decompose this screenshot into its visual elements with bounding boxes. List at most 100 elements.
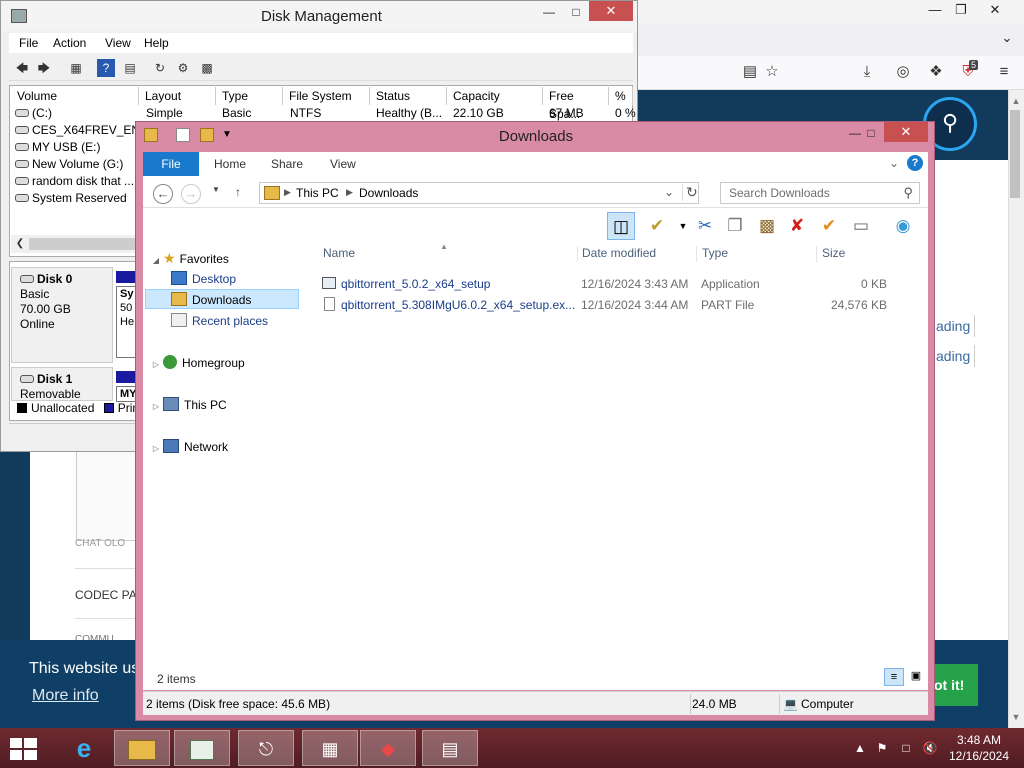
extensions-icon[interactable]: ❖: [926, 62, 946, 82]
column-capacity[interactable]: Capacity: [447, 87, 543, 105]
scroll-left-icon[interactable]: ❮: [11, 235, 29, 253]
nav-homegroup[interactable]: ▷ Homegroup: [149, 353, 245, 373]
bookmark-star-icon[interactable]: ☆: [762, 62, 782, 82]
properties-icon[interactable]: ▤: [121, 59, 139, 77]
column-separator[interactable]: [696, 246, 697, 262]
collapsed-triangle-icon[interactable]: ▷: [149, 397, 163, 417]
large-icons-view-icon[interactable]: ▣: [906, 668, 926, 686]
nav-recent-places[interactable]: Recent places: [171, 311, 268, 331]
column-volume[interactable]: Volume: [11, 87, 139, 105]
forward-arrow-icon[interactable]: →: [181, 184, 201, 204]
forward-arrow-icon[interactable]: 🡆: [35, 59, 53, 77]
show-hidden-icons-chevron-icon[interactable]: ▲: [852, 740, 868, 756]
chevron-right-icon[interactable]: ▶: [284, 187, 291, 198]
nav-downloads[interactable]: Downloads: [145, 289, 299, 309]
internet-explorer-icon[interactable]: e: [56, 730, 112, 766]
column-layout[interactable]: Layout: [139, 87, 216, 105]
refresh-icon[interactable]: ↻: [682, 184, 698, 201]
volume-row[interactable]: CES_X64FREV_EN-...: [15, 122, 154, 138]
got-it-button[interactable]: ot it!: [932, 664, 978, 706]
back-arrow-icon[interactable]: 🡄: [13, 59, 31, 77]
details-view-icon[interactable]: ≡: [884, 668, 904, 686]
volume-row[interactable]: MY USB (E:): [15, 139, 100, 155]
tab-home[interactable]: Home: [214, 157, 246, 171]
reader-icon[interactable]: ▤: [740, 62, 760, 82]
download-link-2[interactable]: ading: [936, 348, 970, 364]
nav-favorites[interactable]: ◢ ★ Favorites: [149, 248, 229, 268]
menu-view[interactable]: View: [105, 36, 131, 50]
scrollbar-thumb[interactable]: [29, 238, 139, 250]
delete-icon[interactable]: ✘: [783, 212, 811, 240]
cut-icon[interactable]: ✂: [691, 212, 719, 240]
menu-file[interactable]: File: [19, 36, 38, 50]
close-button[interactable]: ✕: [589, 1, 633, 21]
rename-checkmark-icon[interactable]: ✔: [815, 212, 843, 240]
move-icon[interactable]: ▭: [847, 212, 875, 240]
globe-icon[interactable]: ◉: [889, 212, 917, 240]
partition-my-usb[interactable]: MY: [116, 386, 136, 402]
console-tree-icon[interactable]: ▦: [67, 59, 85, 77]
usb-device-icon[interactable]: ⎋: [238, 730, 294, 766]
volume-muted-icon[interactable]: 🔇: [922, 740, 938, 756]
download-icon[interactable]: ⤓: [857, 62, 877, 82]
volume-row[interactable]: random disk that ...: [15, 173, 134, 189]
browser-close-button[interactable]: ✕: [978, 0, 1012, 22]
nav-this-pc[interactable]: ▷ This PC: [149, 395, 227, 415]
column-date-modified[interactable]: Date modified: [578, 242, 696, 264]
tab-share[interactable]: Share: [271, 157, 303, 171]
scroll-down-icon[interactable]: ▼: [1010, 712, 1022, 724]
download-link-1[interactable]: ading: [936, 318, 970, 334]
column-separator[interactable]: [816, 246, 817, 262]
settings-icon[interactable]: ⚙: [174, 59, 192, 77]
collapsed-triangle-icon[interactable]: ▷: [149, 439, 163, 459]
help-icon[interactable]: ?: [907, 155, 923, 171]
collapsed-triangle-icon[interactable]: ▷: [149, 355, 163, 375]
back-arrow-icon[interactable]: ←: [153, 184, 173, 204]
browser-restore-button[interactable]: ❐: [944, 0, 978, 22]
windows-start-icon[interactable]: [10, 738, 38, 760]
refresh-icon[interactable]: ↻: [151, 59, 169, 77]
file-row[interactable]: qbittorrent_5.0.2_x64_setup 12/16/2024 3…: [319, 274, 919, 294]
volume-row[interactable]: (C:): [15, 105, 52, 121]
disk-management-icon[interactable]: ▤: [422, 730, 478, 766]
column-type[interactable]: Type: [698, 242, 816, 264]
maximize-button[interactable]: □: [561, 5, 591, 19]
export-icon[interactable]: ▩: [198, 59, 216, 77]
search-icon[interactable]: ⚲: [903, 185, 913, 201]
column-type[interactable]: Type: [216, 87, 283, 105]
scrollbar-thumb[interactable]: [1010, 110, 1020, 198]
partition-system-reserved[interactable]: Sy 50 He: [116, 286, 136, 358]
tab-file[interactable]: File: [143, 152, 199, 176]
file-explorer-icon[interactable]: [114, 730, 170, 766]
paste-icon[interactable]: ▩: [753, 212, 781, 240]
tab-list-chevron-icon[interactable]: ⌄: [990, 28, 1024, 50]
clock[interactable]: 3:48 AM 12/16/2024: [944, 732, 1014, 764]
column-free-space[interactable]: Free Spa...: [543, 87, 609, 121]
volume-row[interactable]: New Volume (G:): [15, 156, 123, 172]
disk-0-info[interactable]: Disk 0 Basic 70.00 GB Online: [11, 267, 113, 363]
breadcrumb-this-pc[interactable]: This PC: [296, 186, 339, 200]
preview-pane-icon[interactable]: ◫: [607, 212, 635, 240]
file-row[interactable]: qbittorrent_5.308IMgU6.0.2_x64_setup.ex.…: [319, 295, 919, 315]
menu-help[interactable]: Help: [144, 36, 169, 50]
chevron-right-icon[interactable]: ▶: [346, 187, 353, 198]
tab-view[interactable]: View: [330, 157, 356, 171]
expanded-triangle-icon[interactable]: ◢: [149, 251, 163, 271]
action-center-flag-icon[interactable]: ⚑: [874, 740, 890, 756]
address-bar[interactable]: ▶ This PC ▶ Downloads ⌄ ↻: [259, 182, 699, 204]
column-file-system[interactable]: File System: [283, 87, 370, 105]
close-button[interactable]: ✕: [884, 122, 928, 142]
search-input[interactable]: Search Downloads ⚲: [720, 182, 920, 204]
column-status[interactable]: Status: [370, 87, 447, 105]
control-panel-icon[interactable]: [174, 730, 230, 766]
up-arrow-icon[interactable]: ↑: [231, 185, 245, 201]
recent-locations-chevron-icon[interactable]: ▼: [209, 185, 223, 201]
performance-monitor-icon[interactable]: ▦: [302, 730, 358, 766]
nav-network[interactable]: ▷ Network: [149, 437, 228, 457]
scroll-up-icon[interactable]: ▲: [1010, 96, 1022, 108]
more-info-link[interactable]: More info: [32, 687, 99, 705]
minimize-button[interactable]: —: [534, 5, 564, 19]
account-icon[interactable]: ◎: [893, 62, 913, 82]
breadcrumb-downloads[interactable]: Downloads: [359, 186, 418, 200]
3d-app-icon[interactable]: ◆: [360, 730, 416, 766]
